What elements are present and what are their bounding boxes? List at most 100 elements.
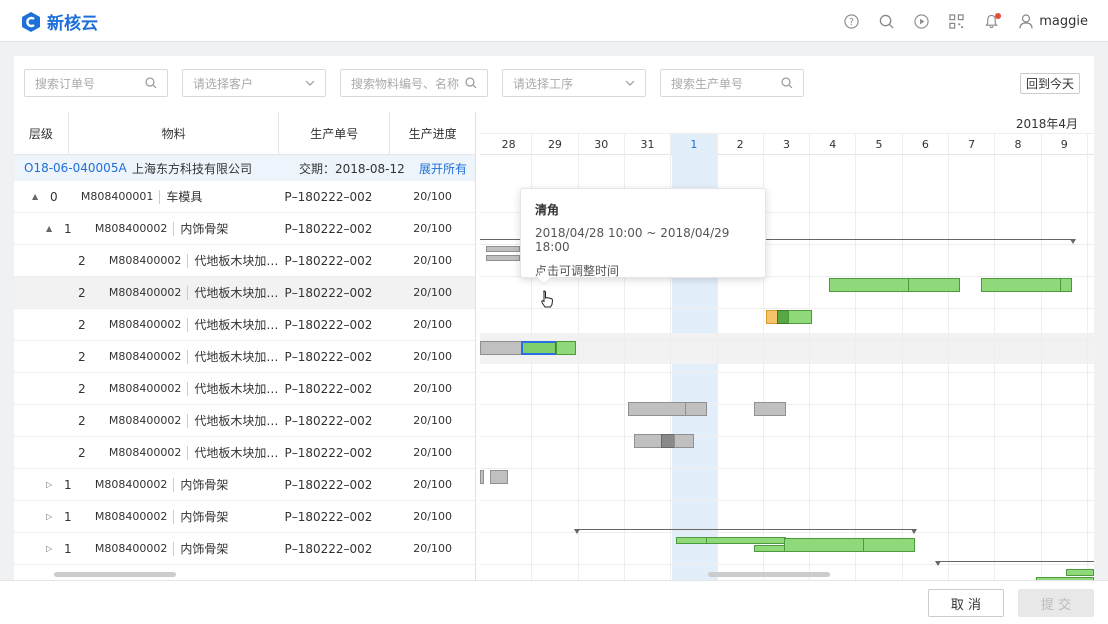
task-bar[interactable] — [486, 246, 520, 252]
task-bar[interactable] — [674, 434, 694, 448]
col-po[interactable]: 生产单号 — [279, 112, 391, 155]
material-cell: M808400002 内饰骨架 — [69, 469, 280, 501]
user-menu[interactable]: maggie — [1009, 0, 1108, 42]
col-progress[interactable]: 生产进度 — [390, 112, 475, 155]
cancel-button[interactable]: 取 消 — [928, 589, 1004, 617]
task-bar[interactable] — [490, 470, 508, 484]
table-row[interactable]: ▲ 0 M808400001 车模具 P–180222–002 20/100 — [14, 181, 475, 213]
grid-line — [480, 532, 1094, 533]
col-material[interactable]: 物料 — [69, 112, 280, 155]
table-row[interactable]: 2 M808400002 代地板木块加… P–180222–002 20/100 — [14, 277, 475, 309]
material-search-placeholder: 搜索物料编号、名称 — [351, 76, 460, 91]
table-row[interactable]: 2 M808400002 代地板木块加… P–180222–002 20/100 — [14, 245, 475, 277]
app-logo[interactable]: 新核云 — [20, 9, 98, 34]
expand-caret-icon[interactable]: ▷ — [46, 512, 52, 521]
material-cell: M808400002 代地板木块加… — [69, 245, 280, 277]
task-bar[interactable] — [754, 402, 786, 416]
qrcode-icon[interactable] — [939, 0, 974, 42]
task-bar[interactable] — [628, 402, 686, 416]
table-row[interactable]: 2 M808400002 代地板木块加… P–180222–002 20/100 — [14, 437, 475, 469]
expand-caret-icon[interactable]: ▷ — [46, 480, 52, 489]
grid-line — [480, 308, 1094, 309]
search-icon — [781, 77, 793, 89]
task-bar[interactable] — [788, 310, 812, 324]
task-bar[interactable] — [661, 434, 675, 448]
task-bar[interactable] — [486, 255, 520, 261]
po-number: P–180222–002 — [284, 221, 373, 236]
material-cell: M808400002 代地板木块加… — [69, 309, 280, 341]
grid-scrollbar[interactable] — [54, 572, 176, 577]
tooltip-title: 清角 — [535, 203, 560, 217]
collapse-caret-icon[interactable]: ▲ — [32, 192, 38, 201]
task-bar[interactable] — [685, 402, 707, 416]
row-level: ▷ 1 — [14, 501, 72, 533]
row-level: ▷ 1 — [14, 533, 72, 565]
po-number: P–180222–002 — [284, 189, 373, 204]
table-row[interactable]: 2 M808400002 代地板木块加… P–180222–002 20/100 — [14, 341, 475, 373]
search-icon — [465, 77, 477, 89]
material-code: M808400002 — [108, 318, 182, 331]
search-icon[interactable] — [869, 0, 904, 42]
task-bar[interactable] — [556, 341, 576, 355]
table-row[interactable]: ▷ 1 M808400002 内饰骨架 P–180222–002 20/100 — [14, 469, 475, 501]
task-bar[interactable] — [908, 278, 960, 292]
task-bar[interactable] — [784, 538, 864, 552]
po-search-input[interactable]: 搜索生产单号 — [660, 69, 804, 97]
task-bar[interactable] — [1066, 569, 1094, 576]
task-bar[interactable] — [706, 537, 786, 544]
table-row[interactable]: ▷ 1 M808400002 内饰骨架 P–180222–002 20/100 — [14, 501, 475, 533]
col-level[interactable]: 层级 — [14, 112, 69, 155]
back-to-today-button[interactable]: 回到今天 — [1019, 73, 1080, 94]
material-cell: M808400002 代地板木块加… — [69, 373, 280, 405]
level-number: 1 — [64, 477, 72, 492]
table-row[interactable]: 2 M808400002 代地板木块加… P–180222–002 20/100 — [14, 405, 475, 437]
divider — [187, 413, 189, 428]
order-search-input[interactable]: 搜索订单号 — [24, 69, 168, 97]
task-bar[interactable] — [863, 538, 915, 552]
divider — [159, 189, 161, 204]
filter-bar: 搜索订单号 请选择客户 搜索物料编号、名称 请选择工序 搜索生产单号 回到今天 — [14, 56, 1094, 112]
table-row[interactable]: ▷ 1 M808400002 内饰骨架 P–180222–002 20/100 — [14, 533, 475, 565]
help-icon[interactable]: ? — [834, 0, 869, 42]
gantt-scrollbar[interactable] — [708, 572, 830, 577]
day-cell: 29 — [532, 134, 579, 156]
po-number: P–180222–002 — [284, 477, 373, 492]
row-level: ▲ 1 — [14, 213, 72, 245]
po-number: P–180222–002 — [284, 253, 373, 268]
row-level: ▷ 1 — [14, 469, 72, 501]
task-bar[interactable] — [480, 470, 484, 484]
material-code: M808400002 — [108, 414, 182, 427]
material-search-input[interactable]: 搜索物料编号、名称 — [340, 69, 488, 97]
table-row[interactable]: 2 M808400002 代地板木块加… P–180222–002 20/100 — [14, 373, 475, 405]
app-name: 新核云 — [47, 14, 98, 34]
collapse-caret-icon[interactable]: ▲ — [46, 224, 52, 233]
task-bar[interactable] — [1060, 278, 1072, 292]
grid-line — [480, 500, 1094, 501]
table-row[interactable]: 2 M808400002 代地板木块加… P–180222–002 20/100 — [14, 309, 475, 341]
bell-icon[interactable] — [974, 0, 1009, 42]
task-bar[interactable] — [754, 545, 786, 552]
material-name: 代地板木块加… — [194, 286, 279, 300]
task-bar[interactable] — [634, 434, 662, 448]
selected-task-bar[interactable] — [521, 341, 557, 355]
material-code: M808400002 — [94, 222, 168, 235]
task-bar[interactable] — [480, 341, 522, 355]
customer-select-placeholder: 请选择客户 — [193, 76, 254, 91]
expand-caret-icon[interactable]: ▷ — [46, 544, 52, 553]
material-code: M808400002 — [94, 542, 168, 555]
order-code[interactable]: O18-06-040005A — [14, 161, 132, 175]
material-name: 车模具 — [166, 190, 203, 204]
chevron-down-icon — [305, 80, 315, 86]
table-row[interactable]: ▲ 1 M808400002 内饰骨架 P–180222–002 20/100 — [14, 213, 475, 245]
day-cell: 9 — [1042, 134, 1088, 156]
task-bar[interactable] — [829, 278, 909, 292]
submit-button[interactable]: 提 交 — [1018, 589, 1094, 617]
task-bar[interactable] — [981, 278, 1061, 292]
play-icon[interactable] — [904, 0, 939, 42]
customer-select[interactable]: 请选择客户 — [182, 69, 326, 97]
process-select[interactable]: 请选择工序 — [502, 69, 646, 97]
material-name: 内饰骨架 — [180, 222, 229, 236]
material-code: M808400002 — [108, 382, 182, 395]
expand-all-link[interactable]: 展开所有 — [409, 160, 467, 177]
row-level: 2 — [14, 373, 86, 405]
